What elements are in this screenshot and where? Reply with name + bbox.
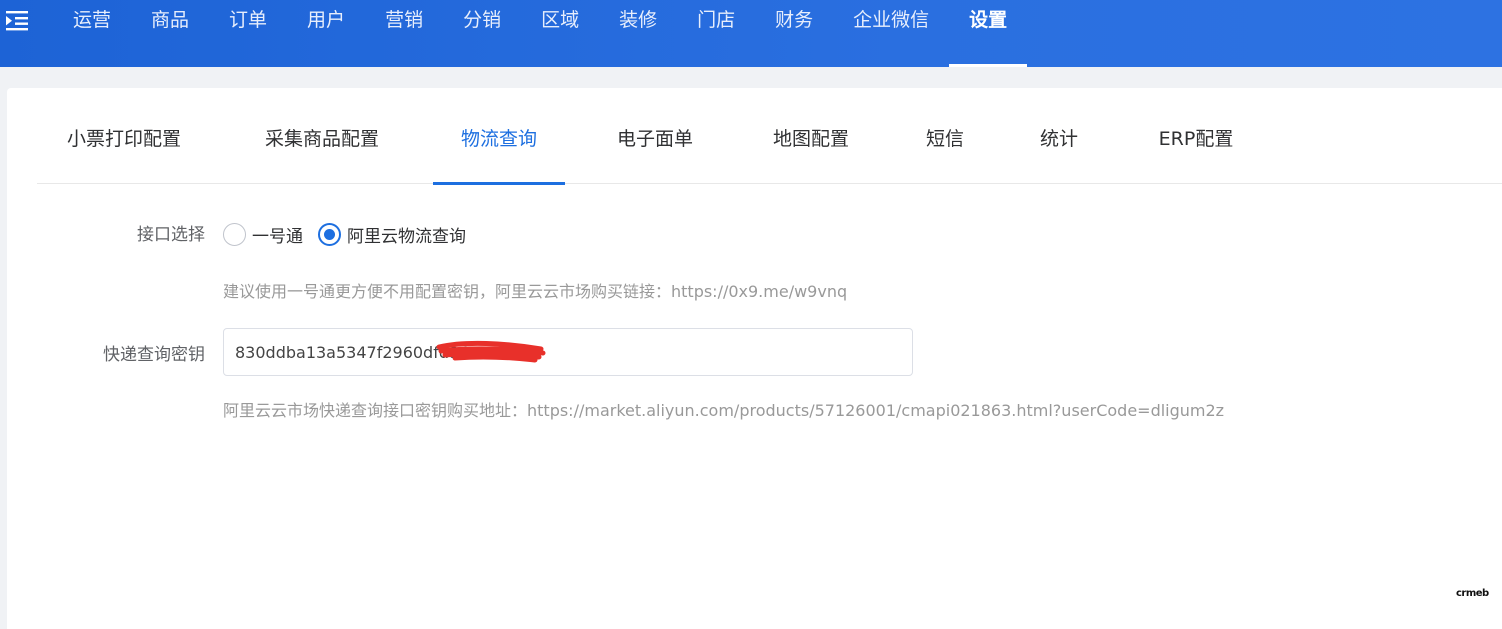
nav-item-marketing[interactable]: 营销: [365, 0, 443, 67]
settings-panel: 小票打印配置 采集商品配置 物流查询 电子面单 地图配置 短信 统计 ERP配置…: [7, 88, 1502, 629]
tab-map-config[interactable]: 地图配置: [768, 88, 854, 184]
top-nav-menu: 运营 商品 订单 用户 营销 分销 区域 装修 门店 财务 企业微信 设置: [53, 0, 1028, 67]
tab-logistics-query[interactable]: 物流查询: [433, 88, 565, 185]
radio-checked-icon: [318, 223, 341, 246]
top-navigation-bar: 运营 商品 订单 用户 营销 分销 区域 装修 门店 财务 企业微信 设置: [0, 0, 1502, 67]
tab-statistics[interactable]: 统计: [1037, 88, 1081, 184]
menu-fold-icon[interactable]: [6, 9, 30, 31]
secret-key-input[interactable]: [223, 328, 913, 376]
radio-unchecked-icon: [223, 223, 246, 246]
nav-item-operations[interactable]: 运营: [53, 0, 131, 67]
interface-select-label: 接口选择: [137, 225, 205, 245]
nav-item-settings[interactable]: 设置: [949, 0, 1028, 67]
radio-label: 阿里云物流查询: [347, 227, 466, 247]
radio-label: 一号通: [252, 227, 303, 247]
nav-item-region[interactable]: 区域: [521, 0, 599, 67]
tab-sms[interactable]: 短信: [923, 88, 967, 184]
radio-aliyun-logistics[interactable]: 阿里云物流查询: [318, 222, 466, 247]
tab-product-collection[interactable]: 采集商品配置: [258, 88, 386, 184]
tab-receipt-print[interactable]: 小票打印配置: [60, 88, 188, 184]
nav-item-stores[interactable]: 门店: [677, 0, 755, 67]
tab-e-waybill[interactable]: 电子面单: [612, 88, 698, 184]
nav-item-users[interactable]: 用户: [287, 0, 365, 67]
nav-item-finance[interactable]: 财务: [755, 0, 833, 67]
nav-item-products[interactable]: 商品: [131, 0, 209, 67]
tab-erp-config[interactable]: ERP配置: [1152, 88, 1240, 184]
nav-item-decoration[interactable]: 装修: [599, 0, 677, 67]
nav-item-distribution[interactable]: 分销: [443, 0, 521, 67]
crmeb-logo: crmeb: [1456, 588, 1489, 599]
radio-yihaotong[interactable]: 一号通: [223, 222, 303, 247]
secret-key-label: 快递查询密钥: [103, 345, 205, 365]
settings-tabs: 小票打印配置 采集商品配置 物流查询 电子面单 地图配置 短信 统计 ERP配置: [37, 88, 1502, 185]
secret-key-tip-text: 阿里云云市场快递查询接口密钥购买地址：https://market.aliyun…: [223, 401, 1225, 420]
interface-tip-text: 建议使用一号通更方便不用配置密钥，阿里云云市场购买链接：https://0x9.…: [223, 282, 848, 301]
nav-item-orders[interactable]: 订单: [209, 0, 287, 67]
nav-item-wecom[interactable]: 企业微信: [833, 0, 949, 67]
